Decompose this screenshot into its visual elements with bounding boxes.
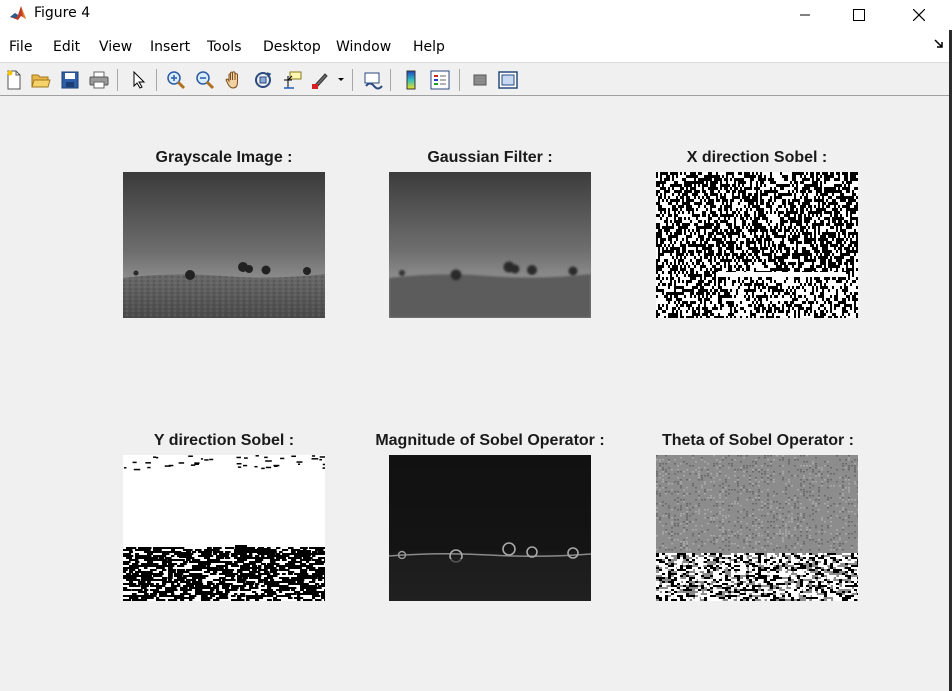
colorbar-icon xyxy=(406,70,416,90)
subplot-title-magnitude: Magnitude of Sobel Operator : xyxy=(375,432,605,449)
data-cursor-icon xyxy=(284,71,302,89)
sobel-theta-image xyxy=(656,455,858,601)
open-file-button[interactable] xyxy=(29,68,53,92)
sobel-magnitude-image xyxy=(389,455,591,601)
print-button[interactable] xyxy=(87,68,111,92)
maximize-icon xyxy=(853,9,865,21)
menu-bar: File Edit View Insert Tools Desktop Wind… xyxy=(0,30,952,62)
close-icon xyxy=(913,9,925,21)
zoom-out-button[interactable] xyxy=(193,68,217,92)
save-button[interactable] xyxy=(58,68,82,92)
gaussian-filter-image xyxy=(389,172,591,318)
show-plot-tools-icon xyxy=(498,71,518,89)
grayscale-image xyxy=(123,172,325,318)
menu-tools[interactable]: Tools xyxy=(207,39,242,55)
new-figure-button[interactable] xyxy=(2,68,26,92)
zoom-in-icon xyxy=(167,71,186,90)
rotate-3d-button[interactable] xyxy=(251,68,275,92)
subplot-title-theta: Theta of Sobel Operator : xyxy=(661,432,854,449)
save-icon xyxy=(61,71,79,89)
hide-plot-tools-icon xyxy=(473,74,487,86)
toolbar-separator xyxy=(459,69,460,91)
menu-window[interactable]: Window xyxy=(336,39,391,55)
link-plot-button[interactable] xyxy=(361,68,385,92)
sobel-y-image xyxy=(123,455,325,601)
toolbar-separator xyxy=(352,69,353,91)
menu-insert[interactable]: Insert xyxy=(150,39,190,55)
brush-button[interactable] xyxy=(310,68,334,92)
show-plot-tools-button[interactable] xyxy=(496,68,520,92)
zoom-out-icon xyxy=(196,71,215,90)
link-plot-icon xyxy=(364,72,383,90)
open-file-icon xyxy=(31,74,51,88)
maximize-button[interactable] xyxy=(836,0,882,30)
select-arrow-icon xyxy=(133,71,146,89)
subplot-title-sobel-x: X direction Sobel : xyxy=(686,149,828,166)
print-icon xyxy=(89,71,109,89)
chevron-down-icon xyxy=(338,78,344,81)
close-button[interactable] xyxy=(896,0,942,30)
subplot-title-sobel-y: Y direction Sobel : xyxy=(153,432,295,449)
subplot-title-gaussian: Gaussian Filter : xyxy=(427,149,553,166)
menu-desktop[interactable]: Desktop xyxy=(263,39,321,55)
toolbar-separator xyxy=(156,69,157,91)
insert-colorbar-button[interactable] xyxy=(399,68,423,92)
pan-hand-icon xyxy=(225,71,238,89)
sobel-x-image xyxy=(656,172,858,318)
toolbar-separator xyxy=(117,69,118,91)
zoom-in-button[interactable] xyxy=(164,68,188,92)
dock-arrow-icon[interactable] xyxy=(934,39,944,49)
window-title: Figure 4 xyxy=(34,5,91,21)
new-figure-icon xyxy=(7,70,21,90)
edit-plot-button[interactable] xyxy=(127,68,151,92)
minimize-icon xyxy=(800,14,810,16)
menu-edit[interactable]: Edit xyxy=(53,39,80,55)
matlab-icon xyxy=(9,4,27,22)
figure-toolbar xyxy=(0,62,952,96)
menu-view[interactable]: View xyxy=(99,39,132,55)
legend-icon xyxy=(430,70,450,90)
menu-help[interactable]: Help xyxy=(413,39,445,55)
pan-button[interactable] xyxy=(222,68,246,92)
subplot-title-grayscale: Grayscale Image : xyxy=(155,149,293,166)
data-cursor-button[interactable] xyxy=(280,68,304,92)
minimize-button[interactable] xyxy=(782,0,828,30)
title-bar: Figure 4 xyxy=(0,0,952,30)
menu-file[interactable]: File xyxy=(9,39,32,55)
hide-plot-tools-button[interactable] xyxy=(468,68,492,92)
brush-icon xyxy=(312,73,328,89)
rotate-3d-icon xyxy=(255,72,272,88)
brush-dropdown[interactable] xyxy=(334,68,348,92)
toolbar-separator xyxy=(390,69,391,91)
insert-legend-button[interactable] xyxy=(428,68,452,92)
